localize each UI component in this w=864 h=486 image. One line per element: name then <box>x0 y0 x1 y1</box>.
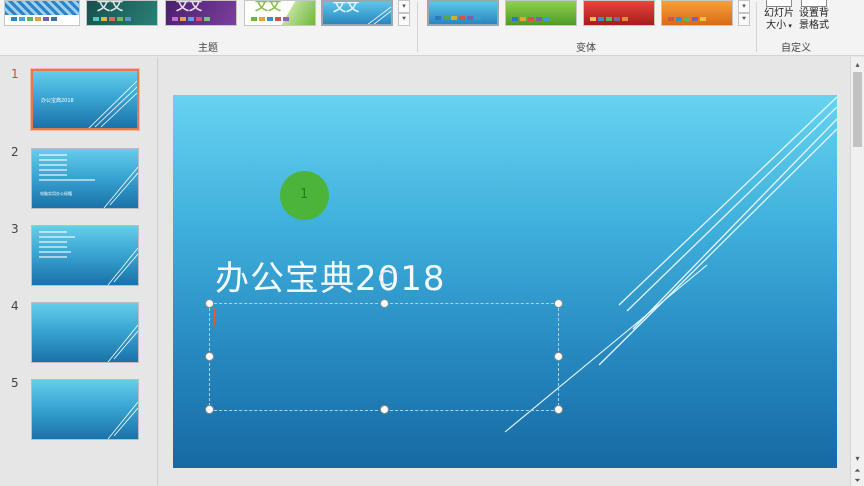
format-background-label-1: 设置背 <box>799 8 829 19</box>
resize-handle-top-right[interactable] <box>554 299 563 308</box>
slide-number: 1 <box>11 67 19 81</box>
theme-thumbnail-4[interactable]: 文文 <box>244 0 316 26</box>
slide-thumbnail-4[interactable] <box>31 302 139 363</box>
group-divider <box>417 2 418 52</box>
variant-gallery-scroll[interactable]: ▾ ⯆ <box>738 0 750 28</box>
group-divider <box>756 2 757 52</box>
slide-number: 4 <box>11 299 19 313</box>
resize-handle-left[interactable] <box>205 352 214 361</box>
customize-group-label: 自定义 <box>781 43 811 54</box>
slide-thumbnail-5[interactable] <box>31 379 139 440</box>
more-variants-icon[interactable]: ▾ <box>738 0 750 13</box>
scroll-down-icon[interactable]: ▾ <box>852 453 863 464</box>
variants-expand-icon[interactable]: ⯆ <box>738 13 750 26</box>
theme-thumbnail-1[interactable] <box>4 0 80 26</box>
current-slide[interactable]: 1 办公宝典2018 <box>173 95 837 468</box>
resize-handle-top-left[interactable] <box>205 299 214 308</box>
slide-number: 2 <box>11 145 19 159</box>
slide-thumbnail-2[interactable]: 电脑实用办公秘籍 <box>31 148 139 209</box>
theme-thumbnail-2[interactable]: 文文 <box>86 0 158 26</box>
slide-thumbnails-panel: 1 办公宝典2018 2 电脑实用办公秘籍 3 4 5 <box>0 57 158 486</box>
gallery-expand-icon[interactable]: ⯆ <box>398 13 410 26</box>
variant-green[interactable] <box>505 0 577 26</box>
variant-blue[interactable] <box>427 0 499 26</box>
theme-thumbnail-5-selected[interactable]: 文文 <box>321 0 393 26</box>
resize-handle-bottom-right[interactable] <box>554 405 563 414</box>
chevron-down-icon: ▾ <box>786 22 792 30</box>
scrollbar-thumb[interactable] <box>853 72 862 147</box>
resize-handle-top[interactable] <box>380 299 389 308</box>
slide-size-label-2: 大小 <box>766 20 787 31</box>
format-background-label-2: 景格式 <box>799 20 829 31</box>
resize-handle-bottom-left[interactable] <box>205 405 214 414</box>
text-cursor <box>214 308 215 326</box>
variant-red[interactable] <box>583 0 655 26</box>
powerpoint-window: 文文 文文 文文 文文 ▾ ⯆ 主题 ▾ ⯆ 变体 幻灯片 大小 ▾ 设置背 景… <box>0 0 864 486</box>
resize-handle-right[interactable] <box>554 352 563 361</box>
slide-size-icon <box>766 0 792 7</box>
subtitle-placeholder[interactable] <box>205 299 563 414</box>
ribbon: 文文 文文 文文 文文 ▾ ⯆ 主题 ▾ ⯆ 变体 幻灯片 大小 ▾ 设置背 景… <box>0 0 864 56</box>
resize-handle-bottom[interactable] <box>380 405 389 414</box>
decorative-lines <box>107 401 138 439</box>
themes-group-label: 主题 <box>198 43 218 54</box>
format-background-button[interactable]: 设置背 景格式 <box>795 0 833 32</box>
slide-number: 5 <box>11 376 19 390</box>
variants-group-label: 变体 <box>576 43 596 54</box>
slide-title[interactable]: 办公宝典2018 <box>215 251 446 300</box>
slide-thumbnail-1[interactable]: 办公宝典2018 <box>31 69 139 130</box>
marker-label: 1 <box>300 187 309 202</box>
decorative-lines <box>88 80 137 128</box>
slide-editor: 1 办公宝典2018 <box>159 57 850 486</box>
variant-orange[interactable] <box>661 0 733 26</box>
slide-size-label-1: 幻灯片 <box>764 8 794 19</box>
slide-number: 3 <box>11 222 19 236</box>
scroll-up-icon[interactable]: ▴ <box>852 59 863 70</box>
vertical-scrollbar[interactable]: ▴ ▾ ⏶ ⏷ <box>850 57 864 486</box>
slide-thumbnail-3[interactable] <box>31 225 139 286</box>
decorative-lines <box>107 247 138 285</box>
slide-size-button[interactable]: 幻灯片 大小 ▾ <box>760 0 798 32</box>
next-slide-icon[interactable]: ⏷ <box>852 475 863 486</box>
theme-thumbnail-3[interactable]: 文文 <box>165 0 237 26</box>
more-themes-icon[interactable]: ▾ <box>398 0 410 13</box>
decorative-lines <box>107 324 138 362</box>
format-background-icon <box>801 0 827 7</box>
decorative-lines <box>103 166 138 208</box>
rotate-handle-icon[interactable] <box>379 270 395 286</box>
theme-gallery-scroll[interactable]: ▾ ⯆ <box>398 0 410 28</box>
cursor-highlight-marker: 1 <box>280 171 329 220</box>
